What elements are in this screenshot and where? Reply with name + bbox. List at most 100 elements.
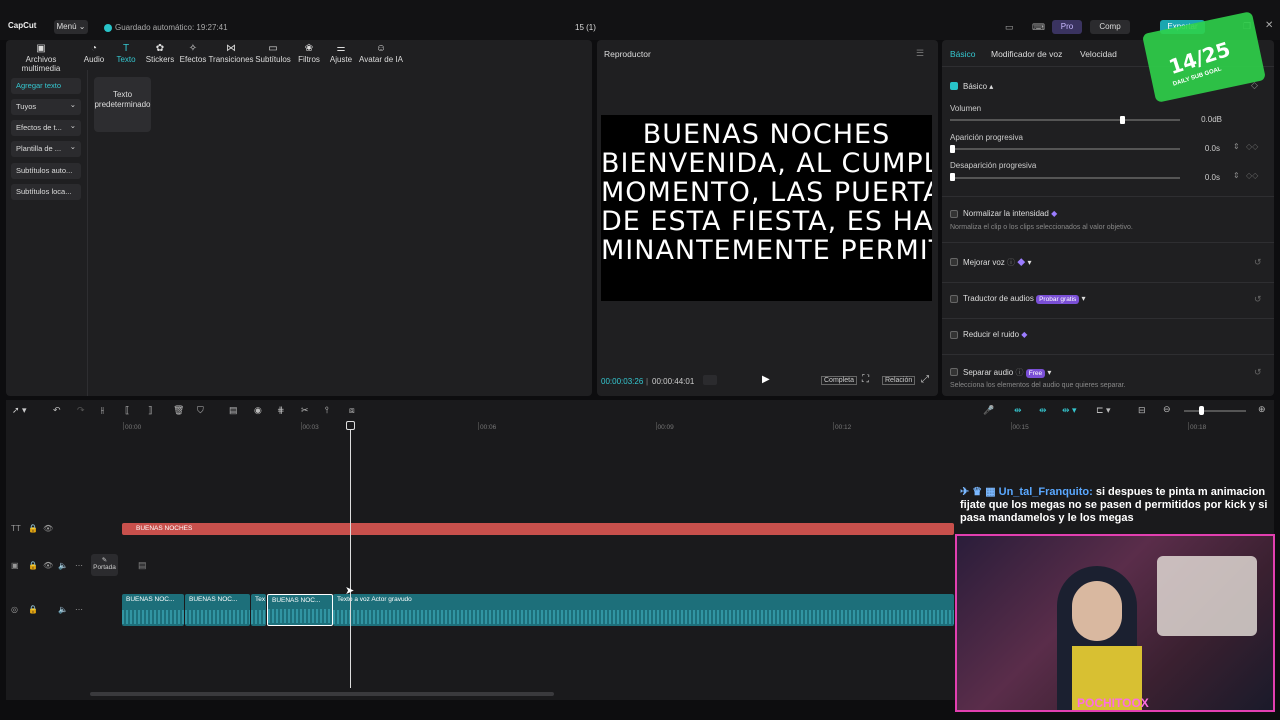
full-quality-button[interactable]: Completa [821, 376, 857, 385]
video-preview[interactable]: BUENAS NOCHES BIENVENIDA, AL CUMPLI MOME… [601, 115, 932, 301]
sidebar-item-1[interactable]: Tuyos ⌄ [11, 99, 81, 115]
speaker-icon[interactable]: 🔈 [58, 561, 68, 570]
eye-icon[interactable]: 👁 [43, 524, 53, 533]
stepper-icon[interactable]: ⇕ [1233, 171, 1240, 180]
shortcuts-icon[interactable]: ⌨ [1032, 22, 1045, 33]
speaker-icon[interactable]: 🔈 [58, 605, 68, 614]
crop-icon[interactable]: ⛶ [862, 374, 869, 385]
marker-icon[interactable]: ⛉ [197, 405, 204, 416]
undo-icon[interactable]: ↶ [53, 405, 61, 416]
reset-icon[interactable]: ↺ [1254, 367, 1262, 378]
fade-in-knob[interactable] [950, 145, 955, 153]
default-text-card[interactable]: Texto predeterminado [94, 77, 151, 132]
tab-sticker[interactable]: ✿ Stickers [142, 43, 178, 64]
redo-icon[interactable]: ↷ [77, 405, 85, 416]
fade-out-slider[interactable] [950, 177, 1180, 179]
separate-audio-checkbox[interactable] [950, 368, 958, 376]
volume-knob[interactable] [1120, 116, 1125, 124]
zoom-slider[interactable] [1184, 410, 1246, 412]
playhead-handle[interactable] [346, 421, 355, 430]
fullscreen-icon[interactable]: ⤢ [921, 374, 929, 385]
ruler-tick [123, 422, 124, 430]
fit-icon[interactable]: ⊏ ▾ [1096, 405, 1111, 416]
audio-clip[interactable]: BUENAS NOC... [185, 594, 250, 626]
crop-icon[interactable]: ⧈ [349, 405, 355, 416]
timecode-toggle[interactable] [703, 375, 717, 385]
sidebar-item-4[interactable]: Subtítulos auto... [11, 163, 81, 179]
reset-icon[interactable]: ↺ [1254, 294, 1262, 305]
delete-icon[interactable]: 🗑 [173, 405, 184, 416]
playhead[interactable] [350, 423, 351, 688]
tab-text[interactable]: T Texto [110, 43, 142, 64]
freeze-icon[interactable]: ⫯ [325, 405, 329, 416]
waveform [122, 610, 184, 624]
preview-axis-icon[interactable]: ⇹ ▾ [1062, 405, 1077, 416]
sidebar-item-2[interactable]: Efectos de t... ⌄ [11, 120, 81, 136]
audio-clip-selected[interactable]: BUENAS NOC... [267, 594, 333, 626]
stepper-icon[interactable]: ⇕ [1233, 142, 1240, 151]
more-icon[interactable]: ⋯ [75, 605, 83, 614]
tab-audio[interactable]: ◔ Audio [78, 43, 110, 64]
tab-adjust[interactable]: ⚌ Ajuste [324, 43, 358, 64]
lock-icon[interactable]: 🔒 [28, 561, 38, 570]
lock-icon[interactable]: 🔒 [28, 605, 38, 614]
tab-avatar[interactable]: ☺ Avatar de IA [358, 43, 404, 64]
translate-checkbox[interactable] [950, 295, 958, 303]
horizontal-scrollbar[interactable] [90, 692, 554, 696]
ratio-button[interactable]: Relación [882, 376, 916, 385]
tab-subtitle[interactable]: ▭ Subtítulos [251, 43, 295, 64]
audio-clip[interactable]: Texto a voz Actor gravudo [333, 594, 954, 626]
cover-button[interactable]: ✎ Portada [91, 554, 118, 576]
tab-basico[interactable]: Básico [950, 49, 976, 59]
link-icon[interactable]: ⇹ [1039, 405, 1047, 416]
magnet-icon[interactable]: ⇹ [1014, 405, 1022, 416]
share-button[interactable]: Comp [1090, 20, 1130, 34]
split-right-icon[interactable]: ⟧ [148, 405, 152, 416]
enhance-voice-checkbox[interactable] [950, 258, 958, 266]
lock-icon[interactable]: 🔒 [28, 524, 38, 533]
sidebar-item-5[interactable]: Subtítulos loca... [11, 184, 81, 200]
keyframe-icon[interactable]: ◇◇ [1246, 142, 1258, 151]
noise-reduction-checkbox[interactable] [950, 331, 958, 339]
play-icon[interactable]: ▶ [762, 374, 770, 385]
autosave-icon [104, 23, 112, 32]
fade-out-value[interactable]: 0.0s [1180, 171, 1220, 184]
zoom-knob[interactable] [1199, 406, 1204, 415]
caption-icon[interactable]: ▤ [229, 405, 238, 416]
fade-in-value[interactable]: 0.0s [1180, 142, 1220, 155]
split-icon[interactable]: ⫲ [101, 405, 104, 416]
sidebar-item-3[interactable]: Plantilla de ... ⌄ [11, 141, 81, 157]
audio-clip[interactable]: Tex [251, 594, 266, 626]
zoom-out-icon[interactable]: ⊖ [1163, 404, 1171, 415]
text-clip[interactable]: BUENAS NOCHES [122, 523, 954, 535]
tab-transition[interactable]: ⋈ Transiciones [206, 43, 256, 64]
tab-filter[interactable]: ❀ Filtros [291, 43, 327, 64]
player-menu-icon[interactable]: ☰ [916, 48, 924, 59]
more-icon[interactable]: ⋯ [75, 561, 83, 570]
fade-in-slider[interactable] [950, 148, 1180, 150]
zoom-in-icon[interactable]: ⊕ [1258, 404, 1266, 415]
reset-icon[interactable]: ↺ [1254, 257, 1262, 268]
fade-out-knob[interactable] [950, 173, 955, 181]
volume-value[interactable]: 0.0dB [1182, 113, 1222, 126]
auto-cut-icon[interactable]: ✂ [301, 405, 309, 416]
volume-slider[interactable] [950, 119, 1180, 121]
ai-icon[interactable]: ◉ [254, 405, 262, 416]
tab-voice-modifier[interactable]: Modificador de voz [991, 49, 1062, 59]
keyframe-icon[interactable]: ◇◇ [1246, 171, 1258, 180]
zoom-fit-icon[interactable]: ⊟ [1138, 405, 1146, 416]
eye-icon[interactable]: 👁 [43, 561, 53, 570]
adjust-icon[interactable]: ⋕ [277, 405, 285, 416]
layout-icon[interactable]: ▭ [1005, 22, 1014, 33]
select-tool-icon[interactable]: ➚ ▾ [12, 405, 27, 416]
split-left-icon[interactable]: ⟦ [125, 405, 129, 416]
basic-checkbox[interactable] [950, 82, 958, 90]
tab-media[interactable]: ▣ Archivos multimedia [8, 43, 74, 73]
sidebar-item-0[interactable]: Agregar texto [11, 78, 81, 94]
tab-speed[interactable]: Velocidad [1080, 49, 1117, 59]
audio-clip[interactable]: BUENAS NOC... [122, 594, 184, 626]
menu-button[interactable]: Menú ⌄ [54, 20, 88, 34]
pro-button[interactable]: Pro [1052, 20, 1082, 34]
normalize-checkbox[interactable] [950, 210, 958, 218]
microphone-icon[interactable]: 🎤 [983, 405, 994, 416]
